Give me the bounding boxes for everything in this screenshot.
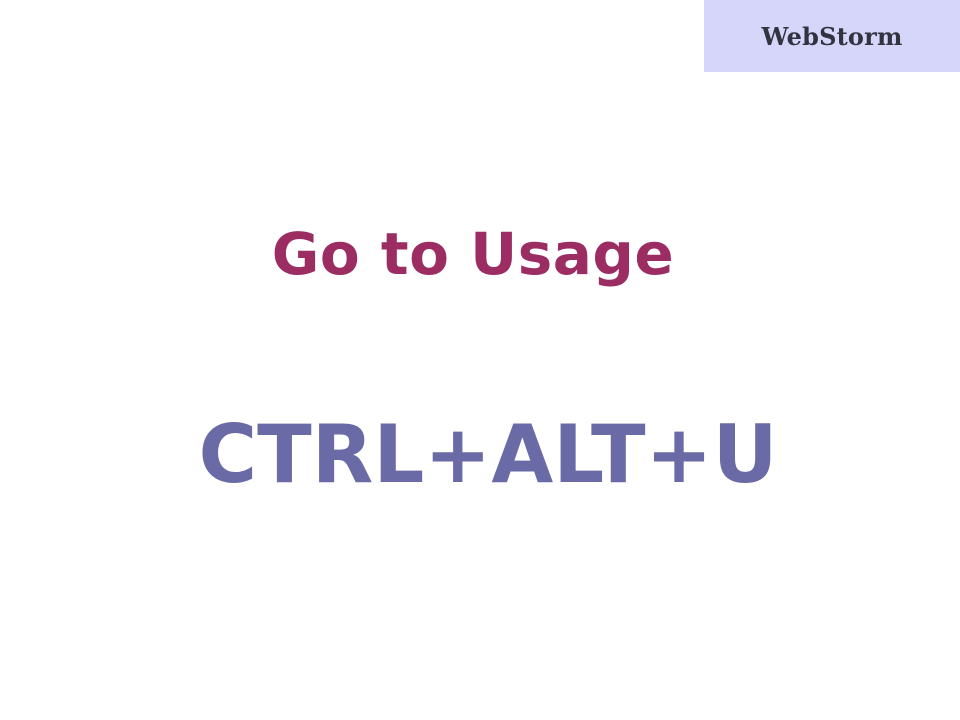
slide-title: Go to Usage [271,220,675,288]
keyboard-shortcut: CTRL+ALT+U [198,408,778,501]
brand-label: WebStorm [761,21,903,51]
brand-box: WebStorm [704,0,960,72]
